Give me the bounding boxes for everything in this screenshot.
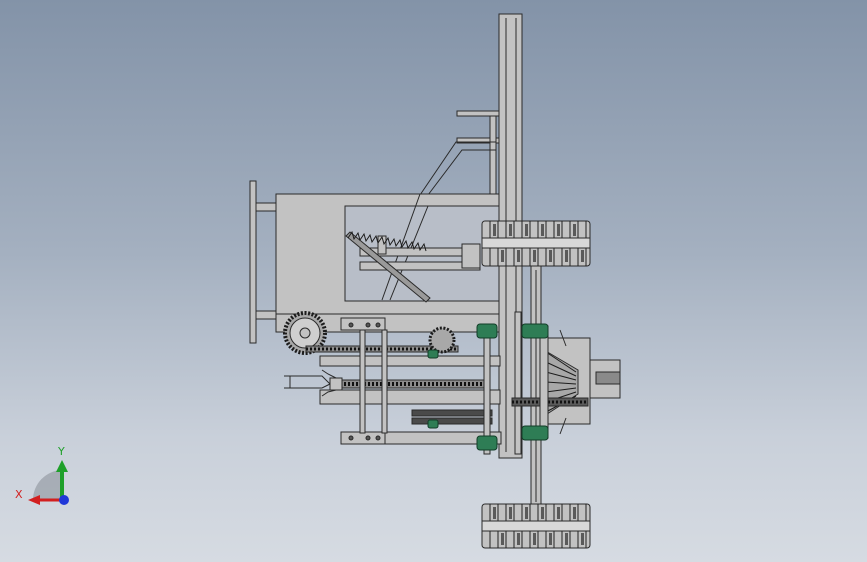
left-end-plate	[249, 180, 277, 344]
drive-shaft	[319, 355, 501, 425]
bevel-gearbox	[511, 337, 621, 425]
top-wheel	[481, 220, 591, 267]
slanted-support	[419, 141, 496, 196]
hopper-frame	[275, 193, 500, 315]
top-bracket	[456, 110, 500, 197]
bottom-wheel	[481, 503, 591, 549]
graphics-viewport[interactable]: Y X	[0, 0, 867, 562]
cad-model-view[interactable]	[0, 0, 867, 562]
